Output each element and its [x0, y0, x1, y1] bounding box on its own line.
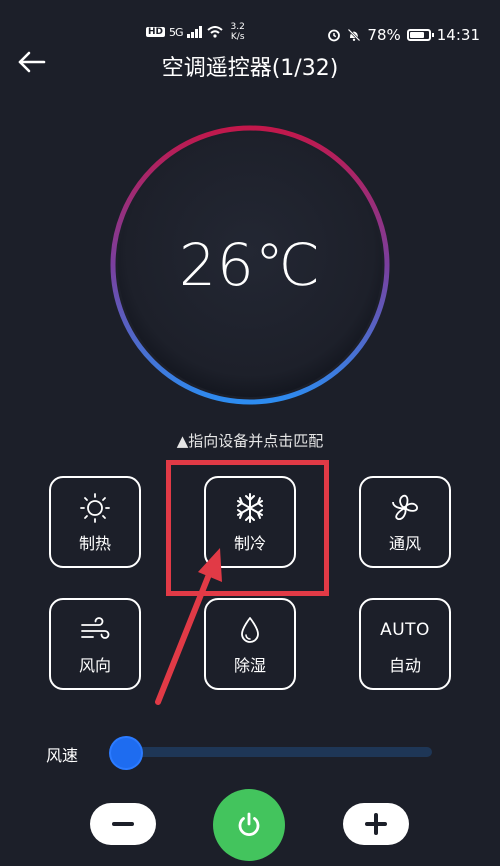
temperature-increase-button[interactable] — [343, 803, 409, 845]
status-bar: HD 5G 3.2 K/s 78% 14:31 — [0, 0, 500, 44]
mode-fan-label: 通风 — [388, 534, 421, 553]
speed-value: 3.2 — [230, 22, 245, 32]
battery-percent: 78% — [367, 26, 401, 44]
mode-wind-direction-button[interactable]: 风向 — [49, 598, 141, 690]
auto-icon: AUTO — [380, 612, 430, 648]
speed-unit: K/s — [230, 32, 245, 42]
fan-speed-thumb[interactable] — [111, 738, 142, 768]
hd-badge: HD — [146, 27, 166, 37]
status-left: HD 5G 3.2 K/s — [146, 22, 245, 42]
mute-bell-icon — [348, 28, 361, 42]
mode-auto-button[interactable]: AUTO 自动 — [359, 598, 451, 690]
battery-icon — [406, 29, 434, 41]
battery-fill — [409, 32, 424, 38]
wifi-icon — [206, 26, 223, 38]
minus-icon — [112, 822, 134, 826]
alarm-icon — [328, 29, 341, 42]
mode-auto-label: 自动 — [388, 656, 421, 675]
temperature-decrease-button[interactable] — [90, 803, 156, 845]
mode-heat-button[interactable]: 制热 — [49, 476, 141, 568]
mode-wind-direction-label: 风向 — [78, 656, 111, 675]
highlight-box — [166, 460, 329, 596]
mode-heat-label: 制热 — [78, 534, 111, 553]
sun-icon — [79, 490, 111, 526]
temperature-dial: 26℃ — [110, 125, 390, 405]
clock: 14:31 — [436, 26, 480, 44]
mode-dehumidify-label: 除湿 — [233, 656, 266, 675]
network-label: 5G — [169, 25, 183, 39]
mode-dehumidify-button[interactable]: 除湿 — [204, 598, 296, 690]
power-icon — [238, 812, 260, 837]
signal-icon — [186, 26, 202, 38]
temperature-value: 26℃ — [179, 231, 321, 299]
wind-icon — [79, 612, 111, 648]
page-title: 空调遥控器(1/32) — [161, 56, 339, 81]
mode-fan-button[interactable]: 通风 — [359, 476, 451, 568]
fan-speed-label: 风速 — [46, 746, 79, 765]
droplet-icon — [234, 612, 266, 648]
network-speed: 3.2 K/s — [231, 22, 245, 42]
pairing-hint: ▲指向设备并点击匹配 — [176, 432, 324, 450]
power-button[interactable] — [213, 789, 285, 861]
status-right: 78% 14:31 — [327, 26, 480, 44]
fan-icon — [389, 490, 421, 526]
plus-icon — [365, 813, 387, 835]
fan-speed-slider[interactable] — [110, 747, 432, 757]
auto-icon-text: AUTO — [380, 620, 430, 640]
